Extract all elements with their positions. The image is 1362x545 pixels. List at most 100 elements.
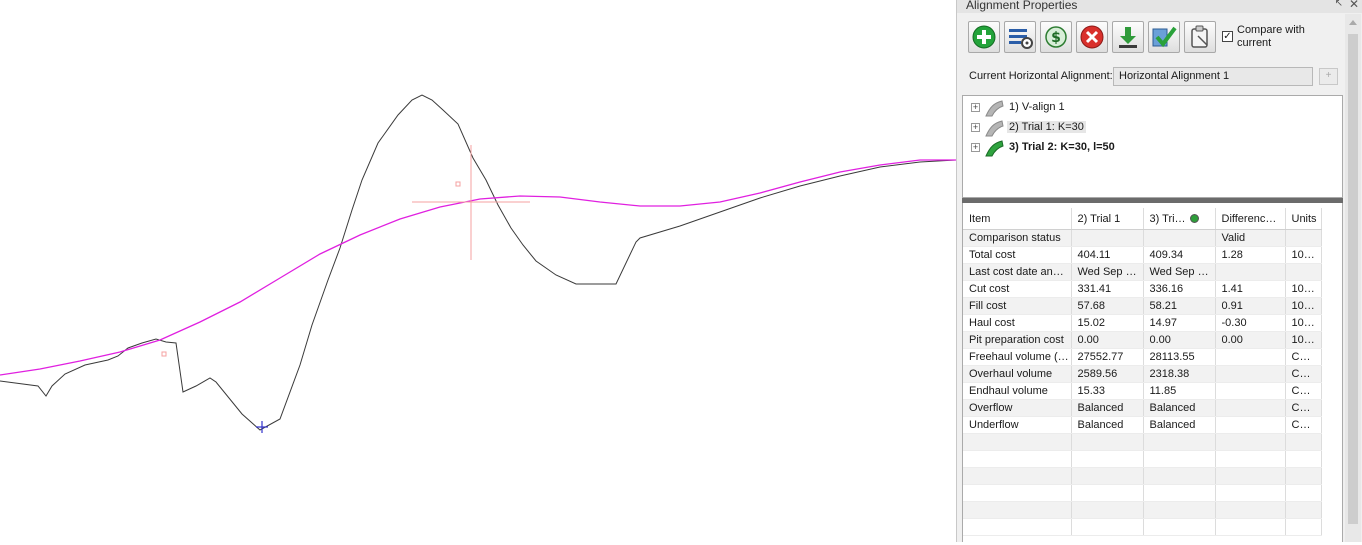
column-header-trial-1[interactable]: 2) Trial 1	[1071, 208, 1144, 230]
table-row[interactable]: Overhaul volume 2589.56 2318.38 C…	[963, 365, 1322, 383]
table-cell	[1143, 501, 1216, 519]
scroll-up-icon[interactable]	[1349, 20, 1357, 25]
expand-icon[interactable]: +	[971, 143, 980, 152]
table-row[interactable]: Last cost date an… Wed Sep … Wed Sep …	[963, 263, 1322, 281]
current-alignment-add-button[interactable]: +	[1319, 68, 1338, 85]
table-cell	[1215, 433, 1286, 451]
table-cell	[1215, 518, 1286, 536]
profile-canvas[interactable]	[0, 0, 957, 542]
table-cell	[1215, 484, 1286, 502]
scrollbar-thumb[interactable]	[1348, 34, 1358, 524]
copy-report-button[interactable]	[1184, 21, 1216, 53]
table-cell	[1215, 365, 1286, 383]
table-cell	[1215, 467, 1286, 485]
table-cell: 58.21	[1143, 297, 1216, 315]
delete-alignment-button[interactable]	[1076, 21, 1108, 53]
table-cell: 10…	[1285, 331, 1322, 349]
table-row[interactable]: Underflow Balanced Balanced C…	[963, 416, 1322, 434]
table-row[interactable]: Freehaul volume (… 27552.77 28113.55 C…	[963, 348, 1322, 366]
table-row[interactable]	[963, 467, 1322, 485]
column-header-difference[interactable]: Differenc…	[1215, 208, 1286, 230]
comparison-grid: Item 2) Trial 1 3) Tri… Differenc… Units…	[962, 203, 1343, 542]
current-alignment-field[interactable]: Horizontal Alignment 1	[1113, 67, 1313, 86]
check-icon	[1152, 26, 1177, 48]
column-header-trial-2[interactable]: 3) Tri…	[1143, 208, 1216, 230]
road-curve-icon-gray	[985, 120, 1004, 137]
list-gear-icon	[1009, 29, 1033, 49]
alignment-tree: + 1) V-align 1 + 2) Trial 1: K=30 + 3) T…	[962, 95, 1343, 198]
column-header-item[interactable]: Item	[963, 208, 1072, 230]
table-row[interactable]: Fill cost 57.68 58.21 0.91 10…	[963, 297, 1322, 315]
table-cell: Balanced	[1143, 399, 1216, 417]
table-cell	[1071, 450, 1144, 468]
close-icon[interactable]: ✕	[1349, 0, 1359, 11]
table-cell	[1285, 433, 1322, 451]
table-cell: Pit preparation cost	[963, 331, 1072, 349]
red-x-icon	[1080, 25, 1104, 49]
current-alignment-label: Current Horizontal Alignment:	[969, 70, 1113, 82]
table-cell: Endhaul volume	[963, 382, 1072, 400]
table-row[interactable]: Cut cost 331.41 336.16 1.41 10…	[963, 280, 1322, 298]
table-cell	[1143, 229, 1216, 247]
table-cell: Fill cost	[963, 297, 1072, 315]
profile-view[interactable]	[0, 0, 957, 542]
table-row[interactable]	[963, 484, 1322, 502]
compare-label: Compare with current	[1237, 24, 1305, 49]
table-cell	[1071, 484, 1144, 502]
table-cell	[1215, 399, 1286, 417]
table-cell	[1285, 501, 1322, 519]
table-cell: 10…	[1285, 297, 1322, 315]
table-cell	[1143, 450, 1216, 468]
table-cell: 0.91	[1215, 297, 1286, 315]
table-cell	[1071, 433, 1144, 451]
table-cell: 409.34	[1143, 246, 1216, 264]
table-cell: C…	[1285, 416, 1322, 434]
compare-checkbox[interactable]: ✓ Compare with current	[1222, 24, 1332, 52]
table-cell	[1215, 348, 1286, 366]
table-row[interactable]: Overflow Balanced Balanced C…	[963, 399, 1322, 417]
table-cell: C…	[1285, 382, 1322, 400]
table-cell: 57.68	[1071, 297, 1144, 315]
expand-icon[interactable]: +	[971, 123, 980, 132]
table-cell: Wed Sep …	[1071, 263, 1144, 281]
download-button[interactable]	[1112, 21, 1144, 53]
table-cell: 404.11	[1071, 246, 1144, 264]
alignment-properties-panel: Alignment Properties ↖ ✕ $ ✓ Compare wit…	[956, 0, 1362, 542]
compare-check-box[interactable]: ✓	[1222, 31, 1233, 42]
column-header-units[interactable]: Units	[1285, 208, 1322, 230]
table-row[interactable]: Comparison status Valid	[963, 229, 1322, 247]
pin-icon[interactable]: ↖	[1335, 0, 1343, 9]
tree-item-label: 3) Trial 2: K=30, l=50	[1009, 141, 1115, 153]
table-row[interactable]: Endhaul volume 15.33 11.85 C…	[963, 382, 1322, 400]
table-row[interactable]: Haul cost 15.02 14.97 -0.30 10…	[963, 314, 1322, 332]
table-cell	[1071, 501, 1144, 519]
table-cell	[1071, 467, 1144, 485]
table-cell: C…	[1285, 399, 1322, 417]
table-cell	[963, 501, 1072, 519]
table-row[interactable]	[963, 518, 1322, 536]
table-cell	[1143, 467, 1216, 485]
road-curve-icon-green	[985, 140, 1004, 157]
table-cell: Underflow	[963, 416, 1072, 434]
table-row[interactable]	[963, 501, 1322, 519]
table-row[interactable]	[963, 433, 1322, 451]
table-cell: C…	[1285, 348, 1322, 366]
table-row[interactable]: Pit preparation cost 0.00 0.00 0.00 10…	[963, 331, 1322, 349]
add-alignment-button[interactable]	[968, 21, 1000, 53]
table-row[interactable]: Total cost 404.11 409.34 1.28 10…	[963, 246, 1322, 264]
accept-alignment-button[interactable]	[1148, 21, 1180, 53]
table-cell	[1215, 416, 1286, 434]
expand-icon[interactable]: +	[971, 103, 980, 112]
vertical-scrollbar[interactable]	[1345, 14, 1361, 542]
table-cell: 2589.56	[1071, 365, 1144, 383]
table-cell	[1285, 467, 1322, 485]
table-cell	[1285, 518, 1322, 536]
table-cell	[963, 450, 1072, 468]
cost-button[interactable]: $	[1040, 21, 1072, 53]
table-row[interactable]	[963, 450, 1322, 468]
table-cell: 1.41	[1215, 280, 1286, 298]
alignment-settings-button[interactable]	[1004, 21, 1036, 53]
table-cell	[1143, 518, 1216, 536]
table-cell	[1285, 263, 1322, 281]
table-cell	[1215, 450, 1286, 468]
